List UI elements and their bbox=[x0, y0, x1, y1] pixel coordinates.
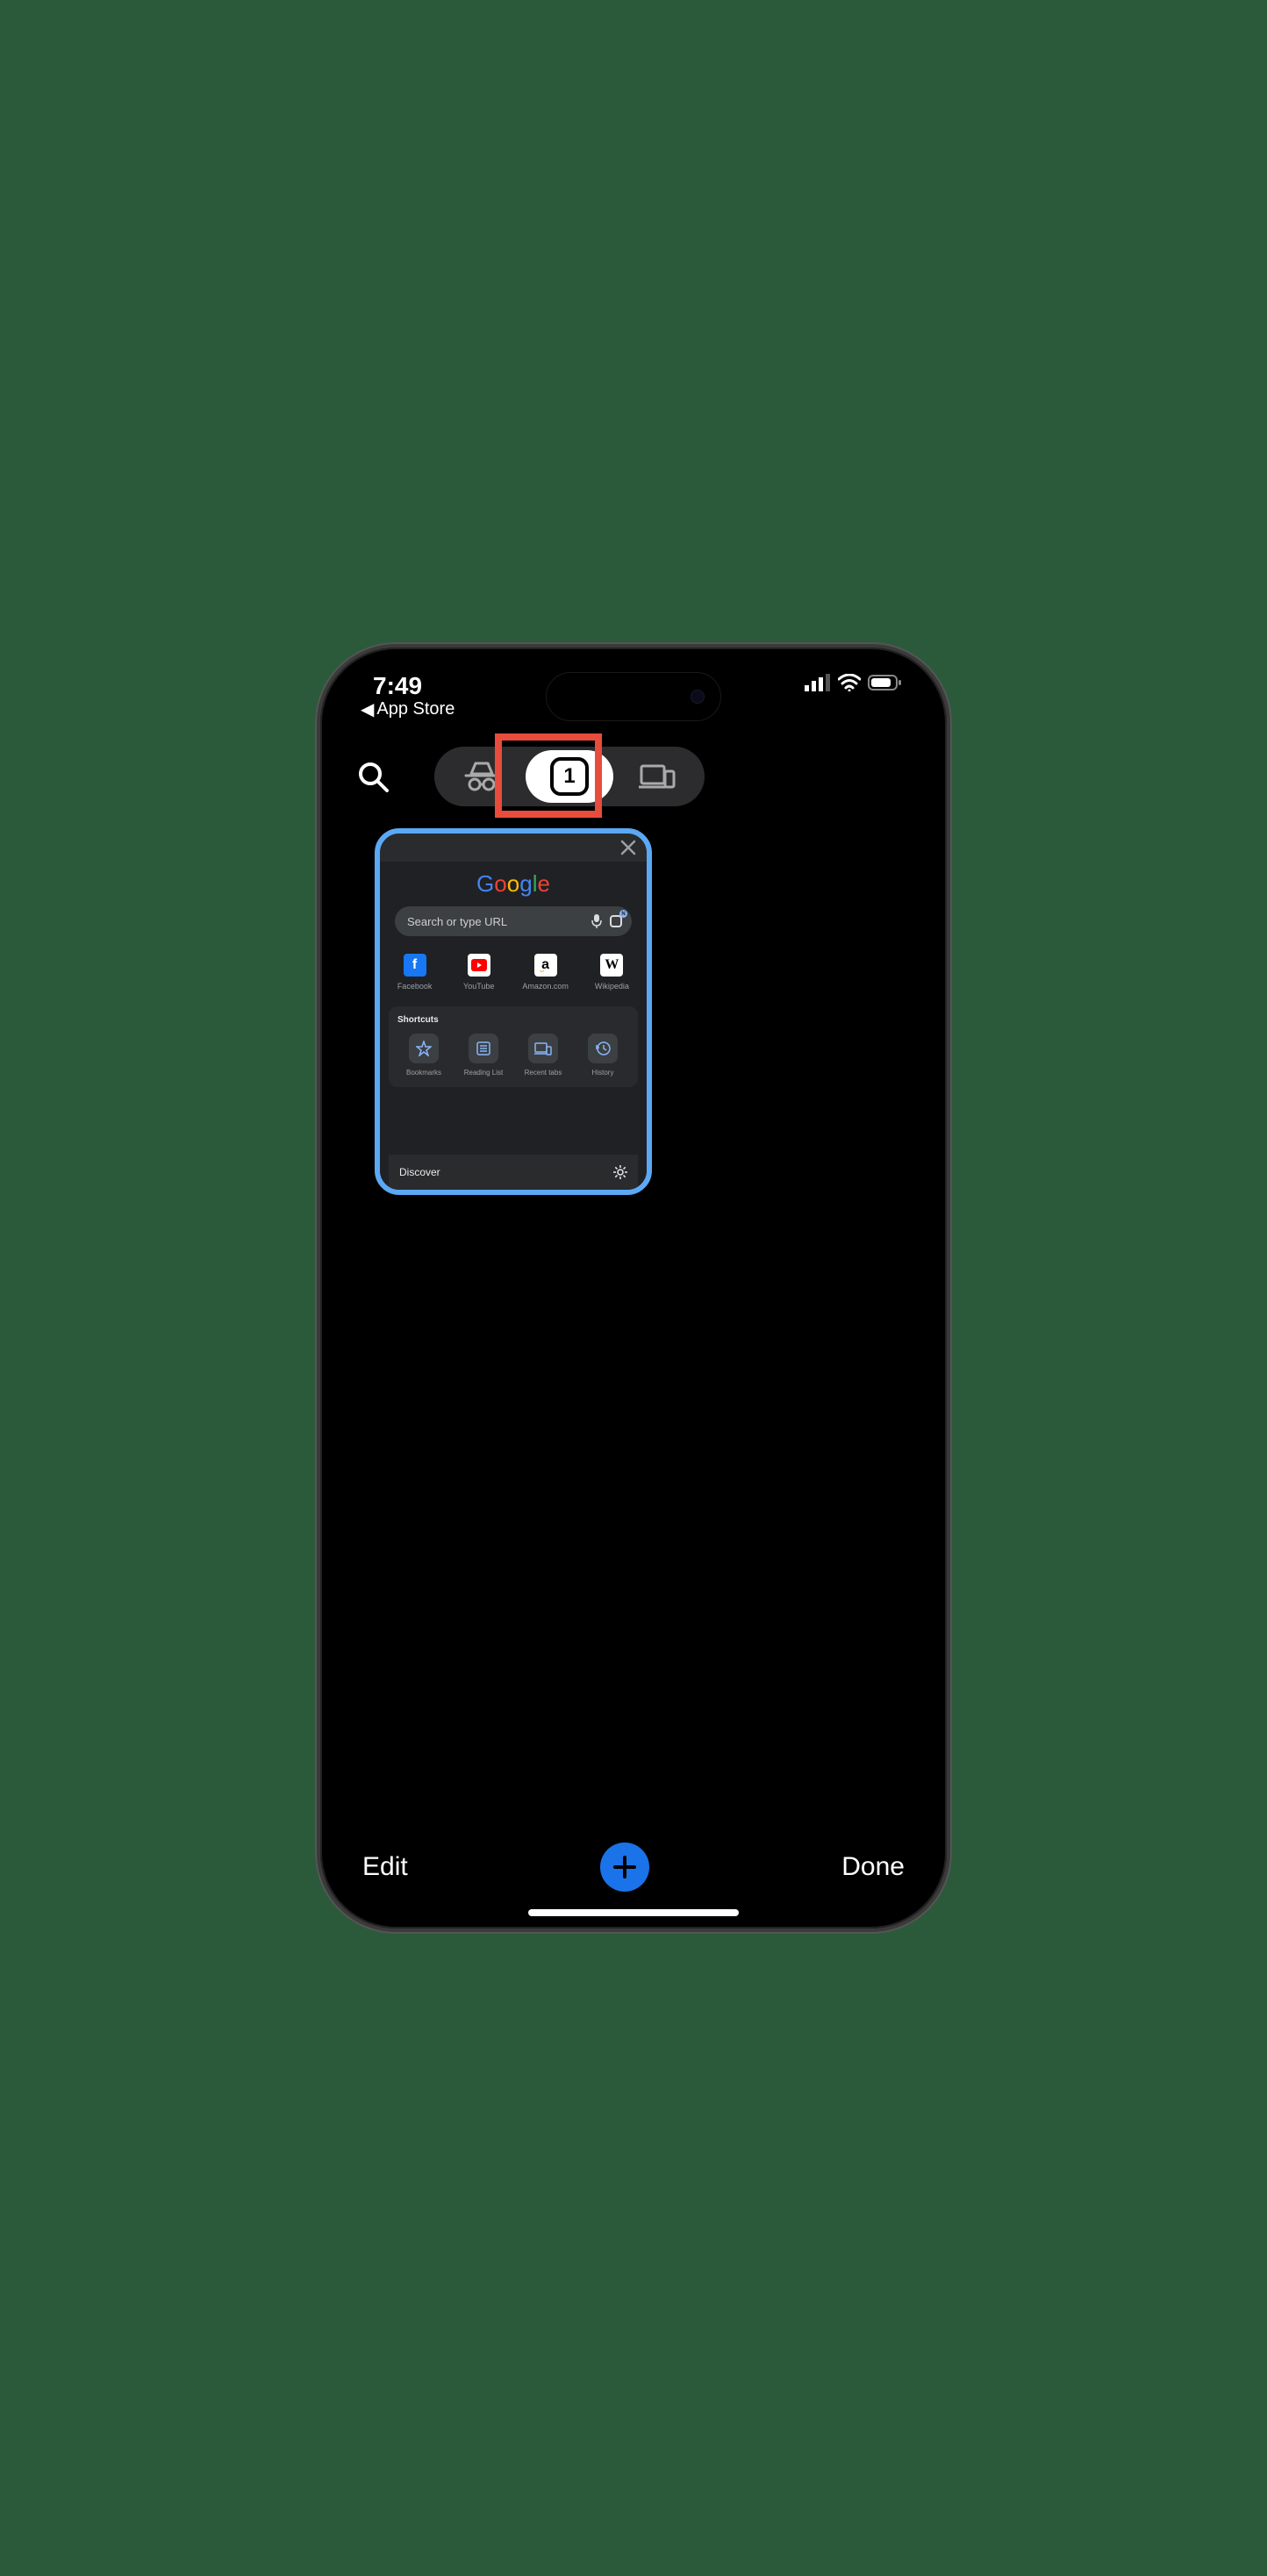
battery-icon bbox=[868, 674, 903, 691]
amazon-icon: a⌣ bbox=[534, 954, 557, 977]
bottom-toolbar: Edit Done bbox=[320, 1832, 947, 1902]
wifi-icon bbox=[838, 674, 861, 691]
most-visited-row: f Facebook YouTube a⌣ Amazon.com W Wikip… bbox=[389, 954, 638, 991]
search-icon[interactable] bbox=[355, 759, 390, 794]
list-icon bbox=[469, 1034, 498, 1063]
youtube-icon bbox=[468, 954, 490, 977]
synced-devices-button[interactable] bbox=[613, 750, 701, 803]
site-facebook[interactable]: f Facebook bbox=[394, 954, 435, 991]
home-indicator[interactable] bbox=[528, 1909, 739, 1916]
tab-group-segment: 1 bbox=[434, 747, 705, 806]
tab-count-badge: 1 bbox=[550, 757, 589, 796]
tab-thumbnail[interactable]: Google Search or type URL N f Facebook bbox=[375, 828, 652, 1195]
devices-small-icon bbox=[528, 1034, 558, 1063]
site-youtube[interactable]: YouTube bbox=[458, 954, 499, 991]
phone-frame: 7:49 ◀ App Store bbox=[317, 644, 950, 1932]
discover-label: Discover bbox=[399, 1166, 440, 1178]
shortcuts-title: Shortcuts bbox=[397, 1015, 629, 1025]
shortcut-history[interactable]: History bbox=[576, 1034, 629, 1077]
dynamic-island bbox=[546, 672, 721, 721]
back-to-app-store[interactable]: ◀ App Store bbox=[361, 698, 455, 720]
search-input[interactable]: Search or type URL N bbox=[395, 906, 632, 936]
cellular-icon bbox=[805, 674, 831, 691]
done-button[interactable]: Done bbox=[841, 1852, 905, 1882]
facebook-icon: f bbox=[404, 954, 426, 977]
search-placeholder: Search or type URL bbox=[407, 915, 507, 928]
shortcuts-card: Shortcuts Bookmarks Reading List bbox=[389, 1006, 638, 1087]
shortcut-bookmarks[interactable]: Bookmarks bbox=[397, 1034, 450, 1077]
new-tab-button[interactable] bbox=[600, 1843, 649, 1892]
regular-tabs-button[interactable]: 1 bbox=[526, 750, 613, 803]
site-wikipedia[interactable]: W Wikipedia bbox=[591, 954, 633, 991]
shortcut-reading-list[interactable]: Reading List bbox=[457, 1034, 510, 1077]
incognito-tabs-button[interactable] bbox=[438, 750, 526, 803]
lens-icon[interactable]: N bbox=[607, 912, 625, 930]
devices-icon bbox=[639, 762, 676, 791]
front-camera bbox=[691, 690, 705, 704]
incognito-icon bbox=[464, 760, 499, 793]
close-icon[interactable] bbox=[620, 840, 636, 855]
shortcut-recent-tabs[interactable]: Recent tabs bbox=[517, 1034, 569, 1077]
site-amazon[interactable]: a⌣ Amazon.com bbox=[522, 954, 569, 991]
status-time: 7:49 bbox=[373, 672, 455, 700]
tab-header bbox=[380, 834, 647, 862]
history-icon bbox=[588, 1034, 618, 1063]
discover-section[interactable]: Discover bbox=[389, 1155, 638, 1190]
wikipedia-icon: W bbox=[600, 954, 623, 977]
tab-content-preview: Google Search or type URL N f Facebook bbox=[380, 862, 647, 1190]
mic-icon[interactable] bbox=[591, 914, 602, 928]
google-logo: Google bbox=[476, 870, 550, 898]
tab-switcher-toolbar: 1 bbox=[320, 746, 947, 807]
edit-button[interactable]: Edit bbox=[362, 1852, 408, 1882]
chevron-left-icon: ◀ bbox=[361, 698, 374, 720]
star-icon bbox=[409, 1034, 439, 1063]
status-icons bbox=[805, 674, 903, 691]
gear-icon[interactable] bbox=[613, 1165, 627, 1179]
plus-icon bbox=[612, 1854, 638, 1880]
back-label: App Store bbox=[376, 699, 455, 719]
